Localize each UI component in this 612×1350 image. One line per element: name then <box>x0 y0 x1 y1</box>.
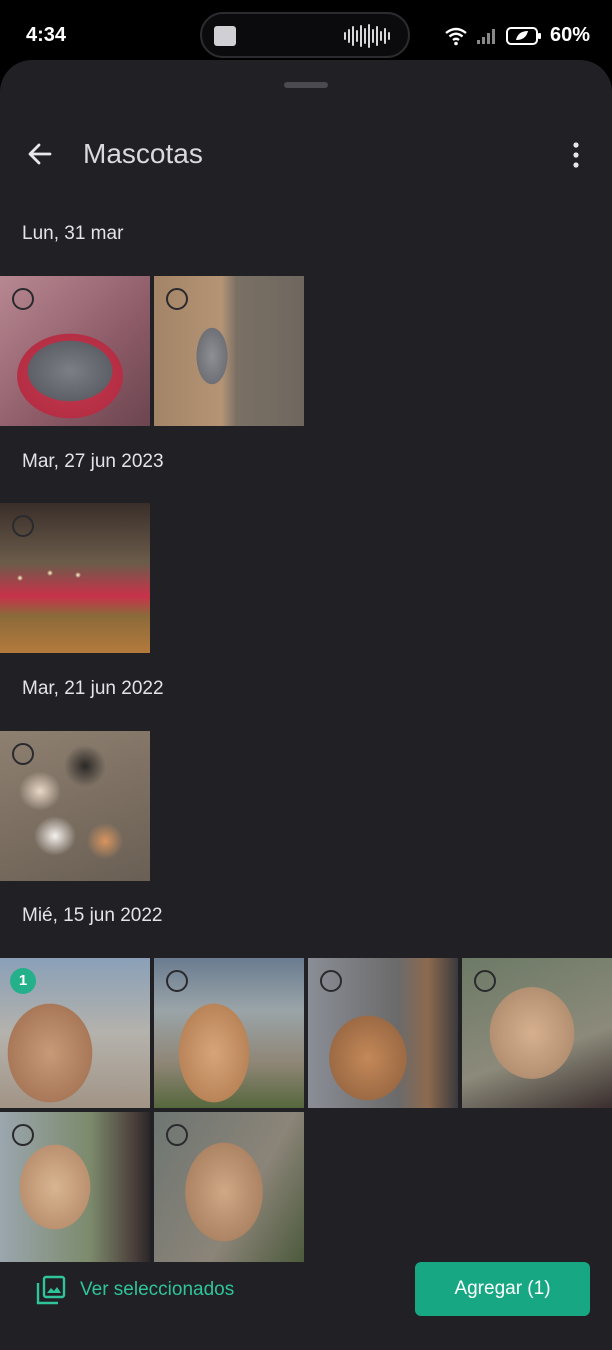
photo-grid: 1 <box>0 958 612 1262</box>
wifi-icon <box>445 27 467 45</box>
page-title: Mascotas <box>83 138 203 169</box>
app-bar: Mascotas <box>0 120 612 192</box>
select-circle[interactable] <box>12 288 34 310</box>
bottom-action-bar: Ver seleccionados Agregar (1) <box>0 1260 612 1350</box>
signal-icon <box>476 28 495 44</box>
photo-tile[interactable] <box>154 1112 304 1262</box>
album-sheet: Mascotas Lun, 31 mar Mar, 27 jun 2023 Ma… <box>0 60 612 1350</box>
select-circle[interactable] <box>12 743 34 765</box>
photo-tile[interactable] <box>154 958 304 1108</box>
select-circle[interactable] <box>166 288 188 310</box>
photo-tile[interactable] <box>308 958 458 1108</box>
photo-tile[interactable] <box>154 276 304 426</box>
battery-percent: 60% <box>549 24 590 46</box>
select-circle[interactable] <box>166 970 188 992</box>
dynamic-island <box>200 12 410 58</box>
view-selected-button[interactable]: Ver seleccionados <box>36 1260 234 1320</box>
photo-tile[interactable] <box>0 1112 150 1262</box>
select-circle[interactable] <box>320 970 342 992</box>
select-circle[interactable] <box>12 1124 34 1146</box>
battery-icon <box>505 26 541 45</box>
audio-wave-icon <box>344 24 390 48</box>
photo-tile[interactable] <box>0 731 150 881</box>
photo-tile[interactable]: 1 <box>0 958 150 1108</box>
add-button[interactable]: Agregar (1) <box>415 1262 590 1316</box>
date-header: Lun, 31 mar <box>22 223 124 244</box>
photo-tile[interactable] <box>462 958 612 1108</box>
back-arrow-icon[interactable] <box>24 138 56 170</box>
photo-tile[interactable] <box>0 276 150 426</box>
app-notification-icon <box>214 26 236 46</box>
date-header: Mar, 21 jun 2022 <box>22 678 164 699</box>
select-circle[interactable] <box>474 970 496 992</box>
select-circle[interactable] <box>166 1124 188 1146</box>
drag-handle[interactable] <box>284 82 328 88</box>
date-header: Mar, 27 jun 2023 <box>22 451 164 472</box>
photo-grid <box>0 731 612 881</box>
select-circle[interactable] <box>12 515 34 537</box>
selected-badge[interactable]: 1 <box>10 968 36 994</box>
date-header: Mié, 15 jun 2022 <box>22 905 163 926</box>
photo-tile[interactable] <box>0 503 150 653</box>
photo-library-icon <box>36 1275 66 1305</box>
photo-grid <box>0 276 612 426</box>
clock: 4:34 <box>26 24 67 46</box>
view-selected-label: Ver seleccionados <box>80 1279 235 1300</box>
more-options-icon[interactable] <box>568 140 584 170</box>
photo-grid <box>0 503 612 653</box>
